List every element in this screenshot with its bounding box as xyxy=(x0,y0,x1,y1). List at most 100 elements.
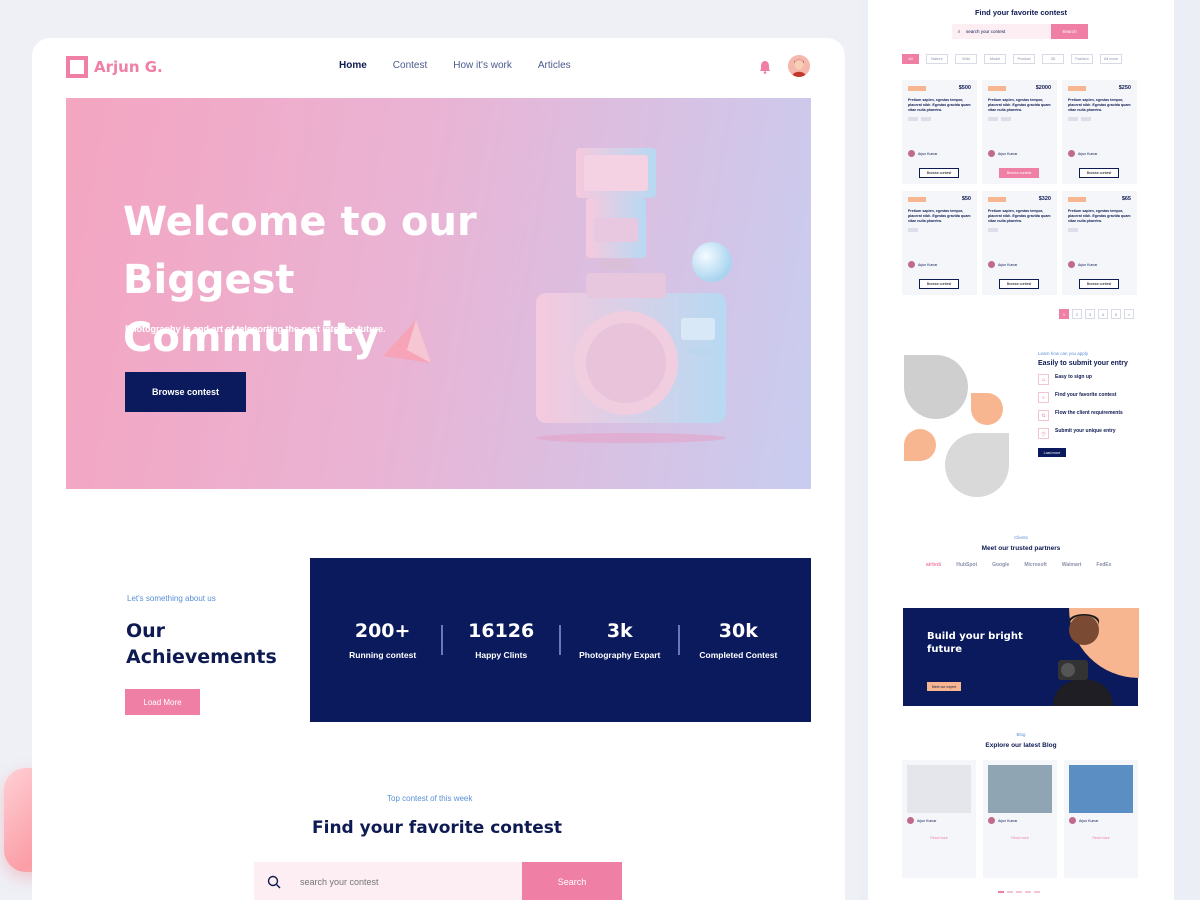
step-title: Flow the client requirements xyxy=(1055,410,1123,416)
blog-tag: Blog xyxy=(1016,732,1026,737)
filter-chip[interactable]: All xyxy=(902,54,919,64)
read-more-link[interactable]: Read more xyxy=(988,836,1052,840)
preview-search-placeholder[interactable]: search your contest xyxy=(966,24,1005,39)
filter-chip[interactable]: Wild xyxy=(955,54,977,64)
card-badge xyxy=(1068,197,1086,202)
author-avatar xyxy=(908,261,915,268)
stat-divider xyxy=(440,625,443,655)
apply-tag: Learn how can you apply xyxy=(1038,351,1089,356)
blog-image xyxy=(1069,765,1133,813)
contest-card: $65 Pretium sapien, egestas tempor, plac… xyxy=(1062,191,1137,295)
filter-chip[interactable]: Nature xyxy=(926,54,948,64)
blog-image xyxy=(988,765,1052,813)
stat-item: 16126 Happy Clints xyxy=(446,620,556,660)
stat-value: 3k xyxy=(606,620,633,642)
author-name: Arjun Kumar xyxy=(918,151,938,156)
contest-search: Search xyxy=(254,862,622,900)
filter-chip[interactable]: Fashion xyxy=(1071,54,1093,64)
search-input[interactable] xyxy=(294,862,522,900)
hero-title: Welcome to our Biggest Community xyxy=(123,199,477,361)
browse-contest-button[interactable]: Browse contest xyxy=(125,372,246,412)
author-name: Arjun Kumar xyxy=(917,818,937,823)
contest-card: $50 Pretium sapien, egestas tempor, plac… xyxy=(902,191,977,295)
card-browse-button[interactable]: Browse contest xyxy=(999,279,1039,289)
user-avatar[interactable] xyxy=(788,55,810,77)
load-more-button[interactable]: Load More xyxy=(125,689,200,715)
brand-logo[interactable]: Arjun G. xyxy=(66,56,163,78)
card-author: Arjun Kumar xyxy=(988,150,1017,157)
apply-step: ⇅ Flow the client requirements xyxy=(1038,410,1158,421)
nav-contest[interactable]: Contest xyxy=(393,60,427,71)
partner-logo: HubSpot xyxy=(956,562,978,568)
nav-articles[interactable]: Articles xyxy=(538,60,571,71)
search-button[interactable]: Search xyxy=(522,862,622,900)
card-description: Pretium sapien, egestas tempor, placerat… xyxy=(988,209,1051,223)
page-button[interactable]: 4 xyxy=(1098,309,1108,319)
blog-author: Arjun Kumar xyxy=(907,817,971,824)
page-button[interactable]: 5 xyxy=(1111,309,1121,319)
partner-logo: Microsoft xyxy=(1024,562,1047,568)
clock-icon: ◷ xyxy=(1038,428,1049,439)
filter-chip[interactable]: Product xyxy=(1013,54,1035,64)
read-more-link[interactable]: Read more xyxy=(1069,836,1133,840)
filter-chip[interactable]: 3D xyxy=(1042,54,1064,64)
card-browse-button[interactable]: Browse contest xyxy=(1079,279,1119,289)
achievements-title: Our Achievements xyxy=(126,620,277,668)
apply-section: Learn how can you apply Easily to submit… xyxy=(1038,351,1158,457)
stat-item: 30k Completed Contest xyxy=(683,620,793,660)
about-tag: Let's something about us xyxy=(127,594,216,603)
apply-load-more-button[interactable]: Load more xyxy=(1038,448,1066,457)
stat-divider xyxy=(559,625,562,655)
author-avatar xyxy=(988,261,995,268)
carousel-dot[interactable] xyxy=(1025,891,1031,893)
blog-card: Arjun Kumar Read more xyxy=(983,760,1057,878)
card-browse-button[interactable]: Browse contest xyxy=(999,168,1039,178)
flow-icon: ⇅ xyxy=(1038,410,1049,421)
card-badge xyxy=(1068,86,1086,91)
carousel-dot[interactable] xyxy=(1007,891,1013,893)
author-name: Arjun Kumar xyxy=(998,151,1018,156)
blog-cards: Arjun Kumar Read more Arjun Kumar Read m… xyxy=(902,760,1138,878)
nav-home[interactable]: Home xyxy=(339,60,367,71)
stat-divider xyxy=(678,625,681,655)
decorative-bubble xyxy=(692,242,732,282)
card-description: Pretium sapien, egestas tempor, placerat… xyxy=(1068,98,1131,112)
card-browse-button[interactable]: Browse contest xyxy=(919,279,959,289)
card-browse-button[interactable]: Browse contest xyxy=(1079,168,1119,178)
blog-title: Explore our latest Blog xyxy=(985,742,1057,749)
contest-card: $500 Pretium sapien, egestas tempor, pla… xyxy=(902,80,977,184)
stat-label: Running contest xyxy=(349,650,417,660)
carousel-dot[interactable] xyxy=(1034,891,1040,893)
author-avatar xyxy=(1068,150,1075,157)
filter-chip[interactable]: All more xyxy=(1100,54,1122,64)
author-avatar xyxy=(988,150,995,157)
nav-how-it-works[interactable]: How it's work xyxy=(453,60,512,71)
page-button[interactable]: 1 xyxy=(1059,309,1069,319)
stat-value: 16126 xyxy=(468,620,535,642)
user-icon: ☺ xyxy=(1038,374,1049,385)
page-button[interactable]: 2 xyxy=(1072,309,1082,319)
search-icon: ⌕ xyxy=(957,29,961,34)
card-tag xyxy=(908,117,918,121)
card-author: Arjun Kumar xyxy=(1068,150,1097,157)
contest-card-grid: $500 Pretium sapien, egestas tempor, pla… xyxy=(902,80,1137,295)
brand-name: Arjun G. xyxy=(94,58,163,76)
meet-expert-button[interactable]: Meet our expert xyxy=(927,682,961,691)
author-avatar xyxy=(907,817,914,824)
achievement-stats: 200+ Running contest 16126 Happy Clints … xyxy=(310,558,811,722)
contest-title: Find your favorite contest xyxy=(312,818,562,838)
preview-search-button[interactable]: Search xyxy=(1051,24,1088,39)
filter-chip[interactable]: Model xyxy=(984,54,1006,64)
carousel-dot[interactable] xyxy=(998,891,1004,893)
category-filters: All Nature Wild Model Product 3D Fashion… xyxy=(902,54,1122,64)
bell-icon[interactable] xyxy=(759,60,771,74)
next-page-button[interactable]: > xyxy=(1124,309,1134,319)
card-tag xyxy=(1081,117,1091,121)
read-more-link[interactable]: Read more xyxy=(907,836,971,840)
stat-value: 30k xyxy=(718,620,758,642)
carousel-dot[interactable] xyxy=(1016,891,1022,893)
author-name: Arjun Kumar xyxy=(1078,262,1098,267)
card-browse-button[interactable]: Browse contest xyxy=(919,168,959,178)
page-button[interactable]: 3 xyxy=(1085,309,1095,319)
partner-logo: FedEx xyxy=(1096,562,1112,568)
